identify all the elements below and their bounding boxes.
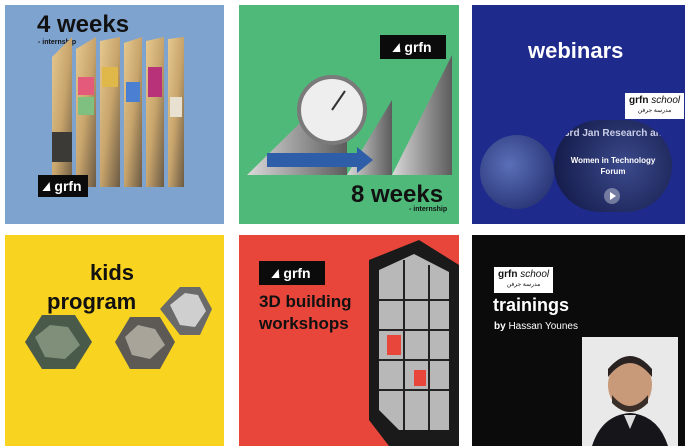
grfn-mark-icon (392, 42, 405, 52)
instructor-name: Hassan Younes (508, 321, 578, 332)
office-photo-strips (52, 37, 184, 197)
tile-title: webinars (528, 38, 624, 63)
3d-structure-render (369, 240, 459, 446)
kids-workshop-photo-hexagons (25, 287, 212, 369)
grfn-mark-icon (271, 268, 284, 278)
webinar-event-title: Women in Technology Forum (570, 156, 656, 176)
tile-4-weeks-internship[interactable]: 4 weeks - internship grfn (5, 5, 224, 224)
play-icon[interactable] (604, 188, 620, 204)
tile-trainings[interactable]: grfn school مدرسة جرفن trainings by Hass… (472, 235, 685, 446)
webinar-photo-right: 3rd Jan Research and Innovation Women in… (554, 120, 672, 212)
tile-title: 8 weeks (351, 181, 444, 208)
webinar-photo-left (480, 135, 554, 209)
tile-webinars[interactable]: webinars grfn school مدرسة جرفن 3rd Jan … (472, 5, 685, 224)
instructor-photo (582, 337, 678, 446)
tile-title-line2: workshops (259, 314, 349, 333)
tile-title: 4 weeks (37, 11, 130, 38)
tile-8-weeks-internship[interactable]: grfn 8 weeks - internship (239, 5, 459, 224)
grfn-school-logo: grfn school مدرسة جرفن (494, 267, 554, 293)
grfn-logo: grfn (38, 175, 88, 197)
tile-3d-building-workshops[interactable]: grfn 3D building workshops (239, 235, 459, 446)
tile-title-line1: 3D building (259, 292, 352, 311)
by-label: by (494, 321, 506, 332)
grfn-mark-icon (42, 181, 55, 191)
tile-title-line1: kids (90, 260, 135, 285)
grfn-school-logo: grfn school مدرسة جرفن (625, 93, 685, 119)
tile-kids-program[interactable]: kids program (5, 235, 224, 446)
tile-subtitle: - internship (409, 206, 448, 213)
backdrop-text: 3rd Jan Research and Innovation (564, 128, 672, 139)
grfn-logo: grfn (259, 261, 325, 285)
instructor-line: by Hassan Younes (494, 321, 578, 332)
tile-title: trainings (493, 295, 570, 315)
pressure-gauge-photo (247, 55, 452, 175)
